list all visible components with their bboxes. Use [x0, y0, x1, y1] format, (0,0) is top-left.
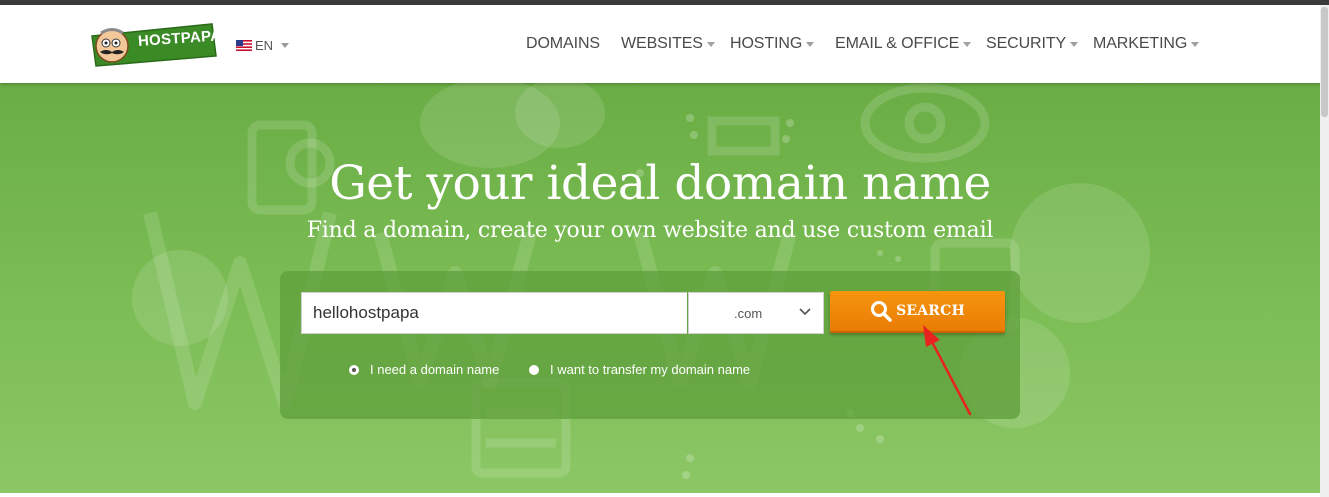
nav-item-security[interactable]: SECURITY [986, 35, 1079, 53]
nav-label: MARKETING [1093, 35, 1188, 52]
radio-transfer-domain[interactable]: I want to transfer my domain name [529, 362, 750, 377]
hero-section: Get your ideal domain name Find a domain… [0, 83, 1320, 493]
search-icon [871, 301, 892, 322]
domain-search-panel: .com SEARCH I need a domain name I want … [280, 271, 1020, 419]
domain-search-input[interactable] [301, 292, 687, 334]
nav-label: EMAIL & OFFICE [835, 35, 960, 52]
hero-subtitle: Find a domain, create your own website a… [306, 218, 994, 243]
nav-item-domains[interactable]: DOMAINS [526, 35, 600, 53]
nav-label: HOSTING [730, 35, 803, 52]
chevron-down-icon [799, 308, 811, 316]
chevron-down-icon [706, 41, 715, 47]
chevron-down-icon [806, 41, 815, 47]
search-button-label: SEARCH [896, 303, 965, 319]
tld-selected-value: .com [734, 306, 763, 321]
chevron-down-icon [1070, 41, 1079, 47]
hostpapa-logo[interactable]: HOSTPAPA [88, 16, 222, 70]
nav-item-marketing[interactable]: MARKETING [1093, 35, 1200, 53]
radio-need-domain[interactable]: I need a domain name [349, 362, 499, 377]
nav-item-email-office[interactable]: EMAIL & OFFICE [835, 35, 972, 53]
hero-bottom-edge [0, 493, 1320, 497]
nav-label: WEBSITES [621, 35, 703, 52]
nav-item-hosting[interactable]: HOSTING [730, 35, 815, 53]
radio-label-transfer-domain: I want to transfer my domain name [550, 362, 751, 377]
chevron-down-icon [1191, 41, 1200, 47]
nav-label: SECURITY [986, 35, 1067, 52]
chevron-down-icon [281, 42, 290, 48]
radio-unchecked-icon[interactable] [529, 364, 539, 375]
chevron-down-icon [963, 41, 972, 47]
scrollbar-thumb[interactable] [1321, 7, 1328, 117]
site-header: HOSTPAPA EN DOMAINS WEBSITES HOSTING EMA… [0, 5, 1329, 83]
search-button[interactable]: SEARCH [830, 291, 1005, 333]
nav-label: DOMAINS [526, 35, 600, 52]
page-scrollbar[interactable] [1320, 5, 1329, 497]
language-selector[interactable]: EN [236, 37, 290, 53]
language-label: EN [255, 37, 274, 53]
radio-label-need-domain: I need a domain name [370, 362, 500, 377]
us-flag-icon [236, 39, 252, 51]
radio-checked-icon[interactable] [349, 364, 359, 375]
nav-item-websites[interactable]: WEBSITES [621, 35, 715, 53]
hero-title: Get your ideal domain name [329, 156, 991, 211]
tld-select[interactable]: .com [688, 292, 824, 334]
